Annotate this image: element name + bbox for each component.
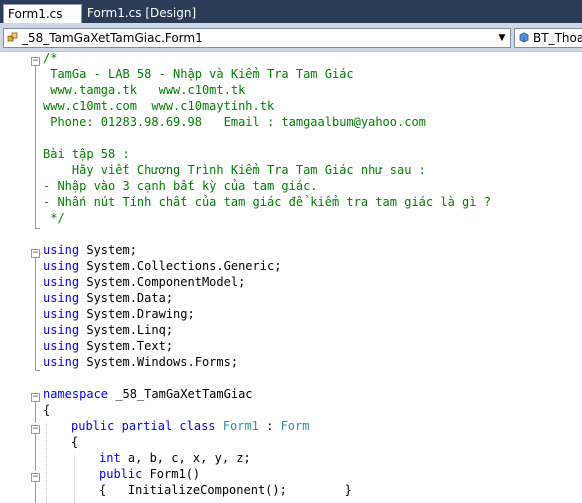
chevron-down-icon[interactable]: ▼ [496,29,508,47]
navigation-bar: _58_TamGaXetTamGiac.Form1 ▼ BT_Thoat [0,23,582,52]
field-icon [519,32,529,43]
keyword: using [43,307,80,321]
keyword: public [99,467,143,481]
code-line: { [71,435,79,449]
code-line: using System.Windows.Forms; [43,354,238,370]
keyword: class [179,419,216,433]
keyword: using [43,339,80,353]
editor-margin [0,52,30,503]
collapse-usings-icon[interactable]: − [31,249,40,258]
code-line: www.c10mt.com www.c10maytinh.tk [43,99,275,113]
outline-line [35,482,36,503]
code-text: System.Linq; [79,323,174,337]
code-line: int a, b, c, x, y, z; [99,450,251,466]
code-line: namespace _58_TamGaXetTamGiac [43,386,253,402]
keyword: using [43,275,80,289]
code-line: Hãy viết Chương Trình Kiểm Tra Tam Giác … [43,163,426,177]
code-line: public Form1() [99,466,200,482]
code-line: using System.ComponentModel; [43,274,245,290]
keyword: using [43,323,80,337]
member-selector-value: BT_Thoat [533,31,582,45]
code-text: Form1() [142,467,201,481]
code-text: System.Windows.Forms; [79,355,239,369]
code-line: - Nhập vào 3 cạnh bất kỳ của tam giác. [43,179,318,193]
code-line: public partial class Form1 : Form [71,418,309,434]
type-name: Form1 [222,419,259,433]
outline-line [35,434,36,471]
keyword: using [43,243,80,257]
tab-form1-design[interactable]: Form1.cs [Design] [83,4,200,23]
code-line: using System.Linq; [43,322,173,338]
indent-guide [74,454,75,503]
code-line: using System; [43,242,137,258]
keyword: public [71,419,115,433]
code-line: using System.Collections.Generic; [43,258,281,274]
outline-line [35,66,36,228]
code-text: System.Text; [79,339,174,353]
collapse-class-icon[interactable]: − [31,425,40,434]
collapse-comment-icon[interactable]: − [31,57,40,66]
code-line: using System.Data; [43,290,173,306]
code-line: Phone: 01283.98.69.98 Email : tamgaalbum… [43,115,426,129]
indent-guide [46,422,47,503]
code-line: - Nhấn nút Tính chất của tam giác để kiể… [43,195,491,209]
document-tab-bar: Form1.cs Form1.cs [Design] [0,0,582,23]
code-text: System.Collections.Generic; [79,259,282,273]
type-name: Form [280,419,310,433]
code-text: System.ComponentModel; [79,275,246,289]
keyword: using [43,259,80,273]
code-text: _58_TamGaXetTamGiac [108,387,253,401]
code-line: www.tamga.tk www.c10mt.tk [43,83,246,97]
class-icon [7,32,18,42]
code-line: { InitializeComponent(); } [99,483,352,497]
collapse-constructor-icon[interactable]: − [31,473,40,482]
code-line: TamGa - LAB 58 - Nhập và Kiểm Tra Tam Gi… [43,67,354,81]
code-line: using System.Text; [43,338,173,354]
code-line: using System.Drawing; [43,306,195,322]
code-text: System.Drawing; [79,307,195,321]
code-text: System; [79,243,137,257]
keyword: namespace [43,387,109,401]
outline-line [35,402,36,423]
code-text: System.Data; [79,291,174,305]
code-editor[interactable]: − − − − − /* TamGa - LAB 58 - Nhập và Ki… [0,52,582,503]
keyword: partial [121,419,173,433]
outline-line [35,258,36,370]
code-text: : [258,419,281,433]
keyword: using [43,355,80,369]
member-selector-dropdown[interactable]: BT_Thoat [514,28,582,48]
type-selector-value: _58_TamGaXetTamGiac.Form1 [22,31,203,45]
keyword: int [99,451,121,465]
tab-form1-cs[interactable]: Form1.cs [3,4,82,23]
code-line: { [43,403,51,417]
code-line: /* [43,52,58,65]
collapse-namespace-icon[interactable]: − [31,393,40,402]
code-line: */ [43,211,65,225]
code-line: Bài tập 58 : [43,147,130,161]
keyword: using [43,291,80,305]
outline-end [35,370,40,371]
type-selector-dropdown[interactable]: _58_TamGaXetTamGiac.Form1 ▼ [3,28,511,48]
code-text: a, b, c, x, y, z; [120,451,251,465]
outline-end [35,228,40,229]
